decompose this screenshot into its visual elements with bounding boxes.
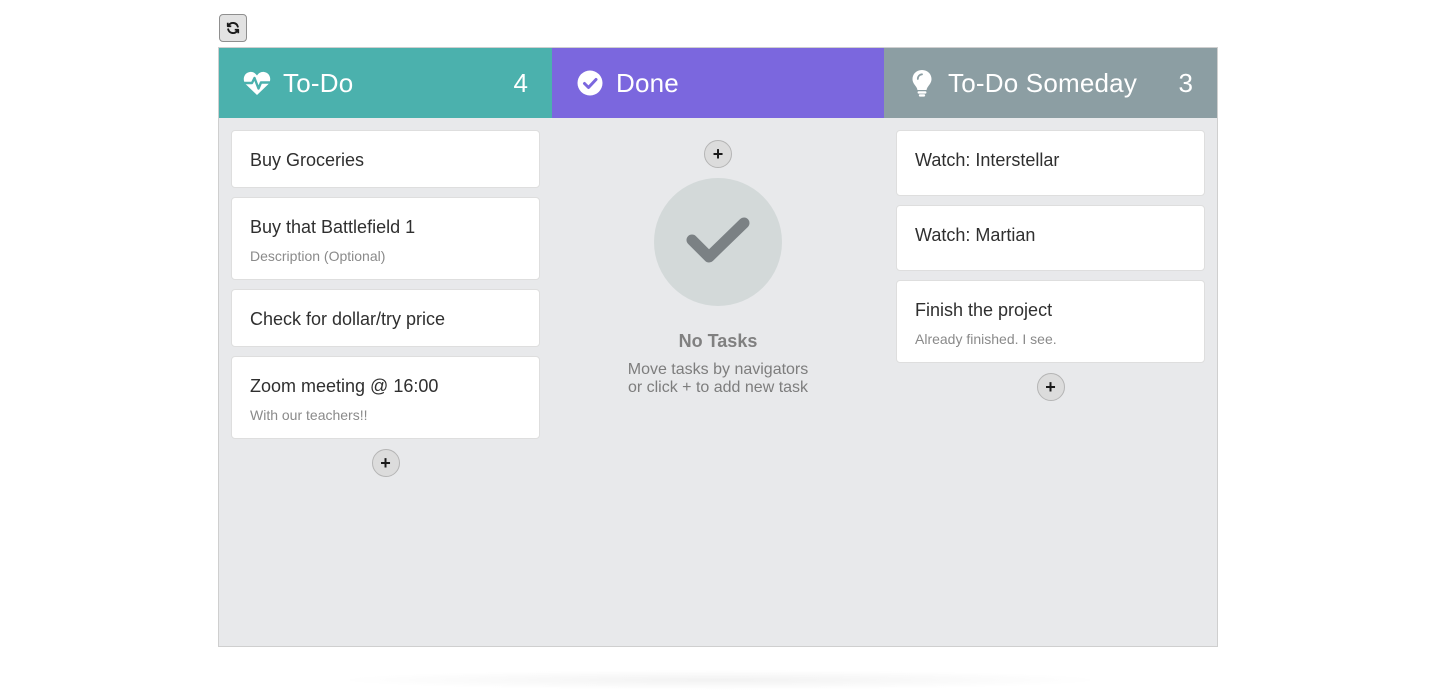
check-icon — [686, 217, 750, 263]
empty-state-message: Move tasks by navigators or click + to a… — [564, 361, 872, 397]
task-card[interactable]: Zoom meeting @ 16:00 With our teachers!! — [231, 356, 540, 439]
empty-state-title: No Tasks — [678, 331, 758, 351]
card-list: + No Tasks Move tasks by navigators or c… — [552, 118, 884, 397]
task-title: Watch: Interstellar — [915, 150, 1060, 170]
column-header-done: Done — [552, 48, 884, 118]
task-description: With our teachers!! — [250, 407, 368, 423]
add-task-button[interactable]: + — [704, 140, 732, 168]
task-title: Finish the project — [915, 300, 1053, 320]
column-done: Done + No Tasks Move tasks by navigators… — [552, 48, 884, 646]
column-count: 4 — [513, 67, 528, 98]
card-list: Buy Groceries Buy that Battlefield 1 Des… — [219, 118, 552, 477]
task-description: Description (Optional) — [250, 248, 386, 264]
task-title: Buy that Battlefield 1 — [250, 217, 416, 237]
task-title: Buy Groceries — [250, 150, 365, 170]
task-title: Watch: Martian — [915, 225, 1036, 245]
task-card[interactable]: Watch: Martian — [896, 205, 1205, 271]
task-title: Zoom meeting @ 16:00 — [250, 376, 439, 396]
column-title: To-Do — [283, 67, 354, 98]
empty-state-line: Move tasks by navigators — [627, 361, 809, 378]
card-list: Watch: Interstellar Watch: Martian Finis… — [884, 118, 1217, 401]
kanban-board: To-Do 4 Buy Groceries Buy that Battlefie… — [218, 47, 1218, 647]
column-count: 3 — [1178, 67, 1193, 98]
add-task-button[interactable]: + — [1036, 373, 1065, 401]
lightbulb-icon — [908, 69, 936, 97]
refresh-button[interactable] — [219, 14, 247, 42]
task-card[interactable]: Buy that Battlefield 1 Description (Opti… — [231, 197, 540, 280]
task-card[interactable]: Watch: Interstellar — [896, 130, 1205, 196]
add-task-button[interactable]: + — [371, 449, 400, 477]
task-card[interactable]: Check for dollar/try price — [231, 289, 540, 347]
heartbeat-icon — [243, 69, 271, 97]
column-header-someday: To-Do Someday 3 — [884, 48, 1217, 118]
column-title: To-Do Someday — [948, 67, 1138, 98]
check-circle-icon — [576, 69, 604, 97]
task-card[interactable]: Buy Groceries — [231, 130, 540, 188]
task-card[interactable]: Finish the project Already finished. I s… — [896, 280, 1205, 363]
column-todo: To-Do 4 Buy Groceries Buy that Battlefie… — [219, 48, 552, 646]
column-title: Done — [616, 67, 679, 98]
empty-state: No Tasks Move tasks by navigators or cli… — [564, 178, 872, 397]
task-description: Already finished. I see. — [915, 331, 1057, 347]
empty-state-circle — [654, 178, 782, 306]
column-header-todo: To-Do 4 — [219, 48, 552, 118]
board-shadow — [330, 670, 1110, 690]
column-someday: To-Do Someday 3 Watch: Interstellar Watc… — [884, 48, 1217, 646]
refresh-icon — [226, 21, 240, 35]
task-title: Check for dollar/try price — [250, 309, 446, 329]
empty-state-line: or click + to add new task — [627, 379, 809, 396]
